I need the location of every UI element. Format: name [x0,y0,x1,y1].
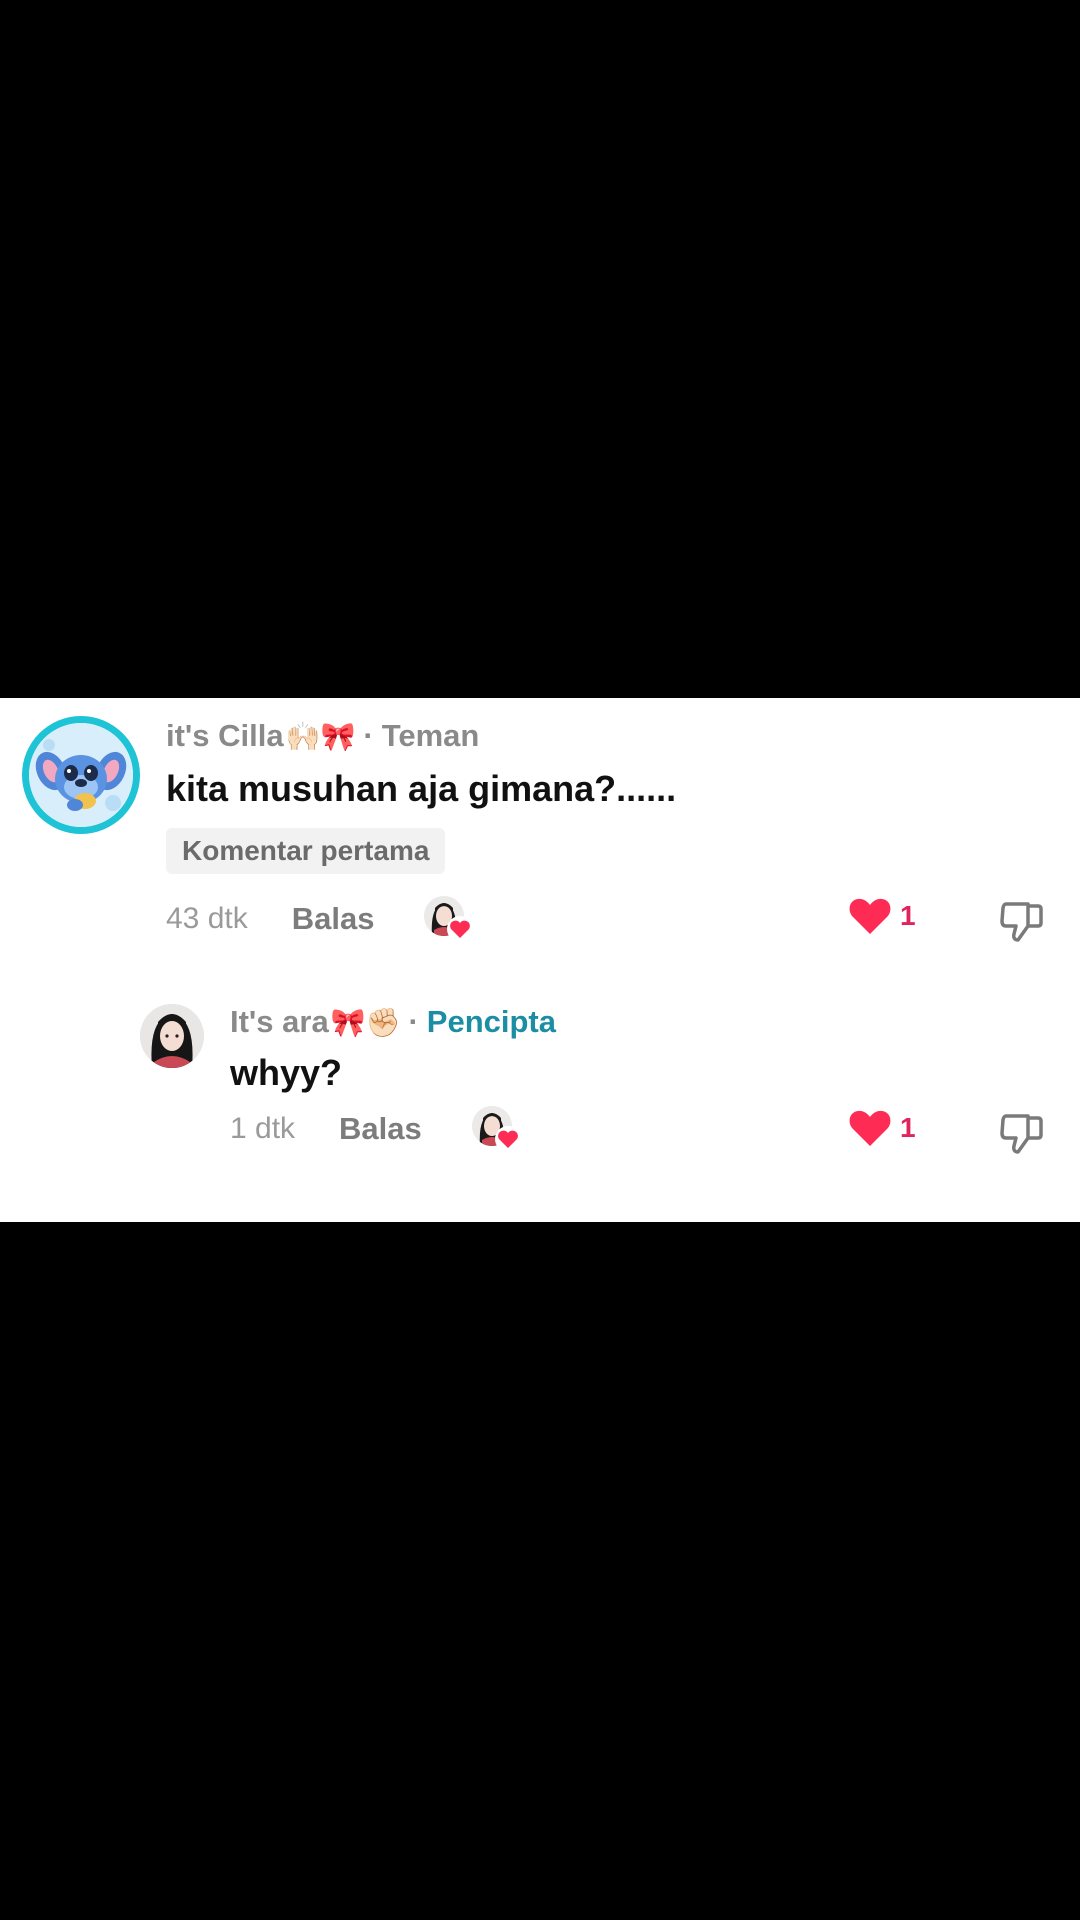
comment-item: it's Cilla 🙌🏻🎀 · Teman kita musuhan aja … [0,698,1080,968]
stitch-avatar-image [29,723,133,827]
reply-time: 1 dtk [230,1112,296,1145]
creator-liked-badge [471,1106,522,1152]
comment-text: kita musuhan aja gimana?...... [166,768,677,809]
like-count: 1 [900,900,916,931]
username[interactable]: it's Cilla [166,718,284,754]
reply-button[interactable]: Balas [292,901,375,937]
creator-liked-heart-icon [447,916,474,942]
separator-dot: · [363,718,374,753]
heart-icon[interactable] [848,1108,892,1148]
like-button[interactable]: 1 [848,896,916,936]
thumbs-down-icon[interactable] [998,1110,1046,1158]
reply-meta: 1 dtk Balas [230,1106,522,1152]
reply-item: It's ara 🎀✊🏻 · Pencipta whyy? 1 dtk Bala… [0,988,1080,1188]
creator-avatar[interactable] [140,1004,204,1068]
like-button[interactable]: 1 [848,1108,916,1148]
first-comment-tag: Komentar pertama [166,828,446,874]
comment-panel: it's Cilla 🙌🏻🎀 · Teman kita musuhan aja … [0,698,1080,1222]
comment-time: 43 dtk [166,902,248,935]
thumbs-down-icon[interactable] [998,898,1046,946]
username[interactable]: It's ara [230,1004,329,1040]
username-emoji: 🎀✊🏻 [330,1006,401,1038]
comment-header: it's Cilla 🙌🏻🎀 · Teman [166,718,479,754]
creator-badge: Pencipta [426,1004,556,1039]
reply-header: It's ara 🎀✊🏻 · Pencipta [230,1004,556,1040]
creator-liked-badge [424,896,474,942]
like-count: 1 [900,1112,916,1143]
relation-badge: Teman [381,718,480,753]
commenter-avatar[interactable] [22,716,140,834]
creator-liked-heart-icon [494,1126,521,1152]
reply-text: whyy? [230,1052,343,1093]
separator-dot: · [408,1004,419,1039]
username-emoji: 🙌🏻🎀 [285,720,356,752]
reply-button[interactable]: Balas [339,1111,422,1147]
heart-icon[interactable] [848,896,892,936]
comment-meta: 43 dtk Balas [166,896,474,942]
